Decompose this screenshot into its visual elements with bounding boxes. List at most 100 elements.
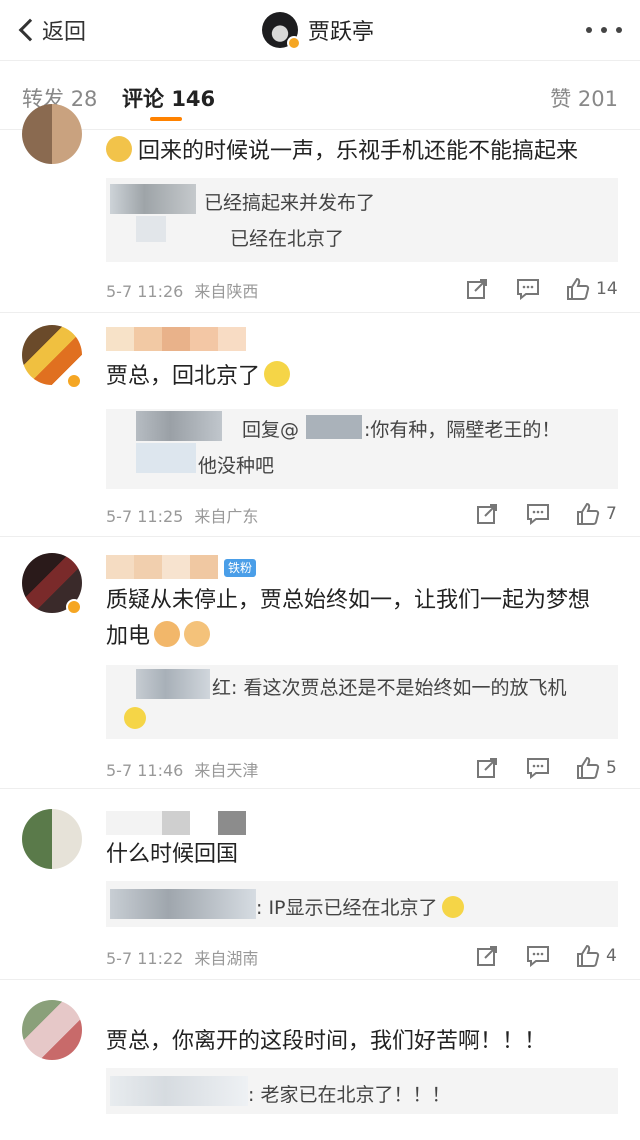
share-button[interactable] [466,274,488,304]
comment-text: 回来的时候说一声，乐视手机还能不能搞起来 [106,134,616,170]
tab-comment[interactable]: 评论 146 [122,83,215,113]
page-title: 贾跃亭 [308,20,375,45]
back-label: 返回 [42,20,87,45]
like-button[interactable]: 4 [576,941,617,971]
location: 来自天津 [194,761,259,780]
avatar[interactable] [22,809,82,869]
tab-like-count: 201 [577,87,618,111]
top-nav-bar: 返回 贾跃亭 [0,0,640,60]
comment-item: 贾总，回北京了 回复@ :你有种，隔壁老王的！ 他没种吧 5-7 11:25 来… [0,313,640,535]
like-count: 14 [596,279,618,299]
reply-box[interactable]: : 老家已在北京了！！！ [106,1068,618,1114]
comment-button[interactable] [516,274,540,304]
timestamp: 5-7 11:46 [106,761,184,780]
blurred-username [110,1076,248,1106]
comment-button[interactable] [526,941,550,971]
comment-text-line-2: 加电 [106,619,616,655]
comment-meta: 5-7 11:26 来自陕西 [106,278,258,302]
reply-box[interactable]: 回复@ :你有种，隔壁老王的！ 他没种吧 [106,409,618,489]
chevron-left-icon [18,18,42,42]
reply-text: 他没种吧 [198,455,275,477]
timestamp: 5-7 11:22 [106,949,184,968]
nav-profile[interactable]: 贾跃亭 [262,12,375,50]
like-button[interactable]: 14 [566,274,618,304]
reply-text: : IP显示已经在北京了 [256,893,464,920]
share-button[interactable] [476,499,498,529]
comment-text-content: 什么时候回国 [106,842,239,867]
like-count: 5 [606,758,617,778]
reply-text: 回复@ [242,419,300,441]
blurred-username [106,811,246,835]
blurred-username [106,555,218,579]
location: 来自广东 [194,507,259,526]
verified-badge-icon [66,373,82,389]
like-button[interactable]: 7 [576,499,617,529]
reply-text: :你有种，隔壁老王的！ [364,419,561,441]
tab-like[interactable]: 赞 201 [550,83,618,113]
thumbs-up-icon [577,944,600,967]
location: 来自湖南 [194,949,259,968]
verified-badge-icon [66,599,82,615]
tab-bar: 转发 28 评论 146 赞 201 [0,60,640,130]
avatar [262,12,301,50]
avatar[interactable] [22,1000,82,1060]
reply-text: 已经在北京了 [230,228,345,250]
blurred-username [110,184,196,214]
share-icon [477,504,497,524]
comment-item: 什么时候回国 : IP显示已经在北京了 5-7 11:22 来自湖南 4 [0,789,640,979]
tab-repost-count: 28 [70,87,98,111]
dot-icon [616,27,622,33]
thumbs-up-icon [577,502,600,525]
comment-meta: 5-7 11:46 来自天津 [106,757,258,781]
comment-meta: 5-7 11:25 来自广东 [106,503,258,527]
tab-like-label: 赞 [550,87,572,111]
share-button[interactable] [476,753,498,783]
active-tab-indicator [150,117,182,121]
share-icon [467,279,487,299]
smirk-emoji-icon [264,361,291,387]
comment-text: 贾总，回北京了 [106,359,616,395]
reply-text-content: : IP显示已经在北京了 [256,897,438,919]
laughing-emoji-icon [124,707,146,729]
location: 来自陕西 [194,282,259,301]
reply-box[interactable]: 已经搞起来并发布了 已经在北京了 [106,178,618,262]
timestamp: 5-7 11:26 [106,282,184,301]
comment-item: 回来的时候说一声，乐视手机还能不能搞起来 已经搞起来并发布了 已经在北京了 5-… [0,104,640,310]
comment-text-content: 贾总，回北京了 [106,364,261,389]
comment-button[interactable] [526,499,550,529]
share-icon [477,946,497,966]
comment-icon [527,946,549,967]
comment-button[interactable] [526,753,550,783]
verified-badge-icon [287,36,301,50]
comment-icon [517,279,539,300]
dot-icon [601,27,607,33]
comment-icon [527,504,549,525]
more-options-button[interactable] [586,20,622,40]
blurred-username [136,216,166,242]
blurred-username [136,443,196,473]
comment-text-content: 贾总，你离开的这段时间，我们好苦啊！！！ [106,1029,547,1054]
reply-box[interactable]: 红: 看这次贾总还是不是始终如一的放飞机 [106,665,618,739]
flexed-biceps-emoji-icon [154,621,181,647]
comment-text-content: 回来的时候说一声，乐视手机还能不能搞起来 [138,139,579,164]
comment-text-content: 加电 [106,624,151,649]
comment-item: 贾总，你离开的这段时间，我们好苦啊！！！ : 老家已在北京了！！！ [0,980,640,1140]
tab-comment-label: 评论 [122,87,164,111]
back-button[interactable]: 返回 [16,14,86,46]
like-count: 4 [606,946,617,966]
thumbs-up-icon [567,277,590,300]
avatar[interactable] [22,104,82,164]
share-button[interactable] [476,941,498,971]
reply-box[interactable]: : IP显示已经在北京了 [106,881,618,927]
blurred-username [136,669,210,699]
blurred-username [110,889,256,919]
like-count: 7 [606,504,617,524]
share-icon [477,758,497,778]
dog-emoji-icon [106,136,132,162]
blurred-mention [306,415,362,439]
comment-text: 什么时候回国 [106,837,616,873]
comment-meta: 5-7 11:22 来自湖南 [106,945,258,969]
like-button[interactable]: 5 [576,753,617,783]
dot-icon [586,27,592,33]
comment-item: 铁粉 质疑从未停止，贾总始终如一，让我们一起为梦想 加电 红: 看这次贾总还是不… [0,537,640,787]
